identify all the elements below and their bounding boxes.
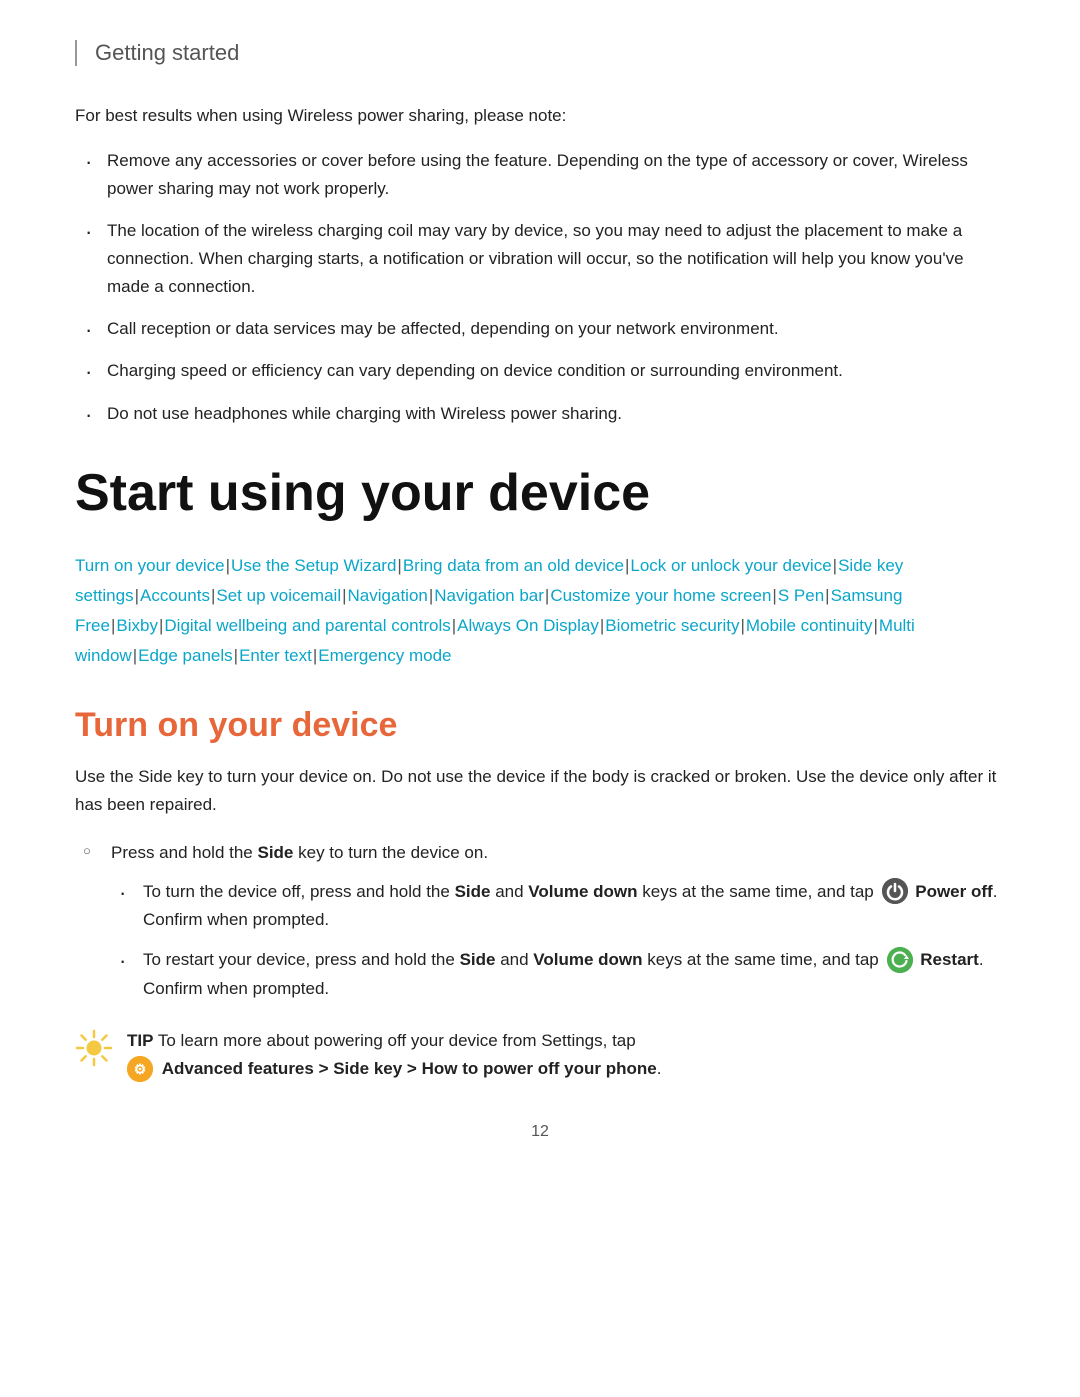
sep-11: | (825, 586, 829, 605)
sep-3: | (625, 556, 629, 575)
link-spen[interactable]: S Pen (778, 586, 824, 605)
sep-15: | (600, 616, 604, 635)
tip-label: TIP (127, 1031, 153, 1050)
sub-item-power-off: To turn the device off, press and hold t… (111, 878, 1005, 935)
link-lock-unlock[interactable]: Lock or unlock your device (630, 556, 831, 575)
link-nav-bar[interactable]: Navigation bar (434, 586, 544, 605)
sep-19: | (234, 646, 238, 665)
bullet-item-2: The location of the wireless charging co… (75, 217, 1005, 301)
link-digital-wellbeing[interactable]: Digital wellbeing and parental controls (164, 616, 450, 635)
tip-box: TIP To learn more about powering off you… (75, 1027, 1005, 1083)
page-number: 12 (75, 1123, 1005, 1141)
link-emergency-mode[interactable]: Emergency mode (318, 646, 451, 665)
link-voicemail[interactable]: Set up voicemail (216, 586, 341, 605)
page: Getting started For best results when us… (0, 0, 1080, 1397)
circle-item-1: Press and hold the Side key to turn the … (75, 839, 1005, 1002)
body-paragraph: Use the Side key to turn your device on.… (75, 763, 1005, 819)
sep-10: | (772, 586, 776, 605)
bullet-item-5: Do not use headphones while charging wit… (75, 400, 1005, 428)
link-edge-panels[interactable]: Edge panels (138, 646, 233, 665)
link-customize-home[interactable]: Customize your home screen (550, 586, 771, 605)
section-title-large: Start using your device (75, 464, 1005, 524)
sep-7: | (342, 586, 346, 605)
vol-down-bold-1: Volume down (528, 882, 637, 901)
links-area: Turn on your device|Use the Setup Wizard… (75, 551, 1005, 670)
sep-14: | (452, 616, 456, 635)
advanced-features-icon: ⚙ (127, 1056, 153, 1082)
page-header-title: Getting started (95, 40, 239, 65)
link-bring-data[interactable]: Bring data from an old device (403, 556, 624, 575)
vol-down-bold-2: Volume down (533, 950, 642, 969)
sep-1: | (226, 556, 230, 575)
wireless-bullet-list: Remove any accessories or cover before u… (75, 147, 1005, 427)
sep-6: | (211, 586, 215, 605)
sep-18: | (133, 646, 137, 665)
side-bold-2: Side (460, 950, 496, 969)
tip-text-end: . (657, 1059, 662, 1078)
sep-8: | (429, 586, 433, 605)
circle-list: Press and hold the Side key to turn the … (75, 839, 1005, 1002)
tip-bold-text: Advanced features > Side key > How to po… (162, 1059, 657, 1078)
sub-item-restart: To restart your device, press and hold t… (111, 946, 1005, 1003)
restart-icon (887, 947, 913, 973)
link-turn-on[interactable]: Turn on your device (75, 556, 225, 575)
power-icon (882, 878, 908, 904)
bullet-item-1: Remove any accessories or cover before u… (75, 147, 1005, 203)
link-bixby[interactable]: Bixby (116, 616, 158, 635)
tip-content-area: TIP To learn more about powering off you… (127, 1027, 661, 1083)
link-navigation[interactable]: Navigation (348, 586, 428, 605)
bullet-item-3: Call reception or data services may be a… (75, 315, 1005, 343)
side-bold-1: Side (455, 882, 491, 901)
link-biometric[interactable]: Biometric security (605, 616, 739, 635)
tip-sun-icon (75, 1029, 113, 1067)
svg-text:⚙: ⚙ (134, 1061, 147, 1077)
sep-5: | (135, 586, 139, 605)
bullet-item-4: Charging speed or efficiency can vary de… (75, 357, 1005, 385)
restart-bold: Restart (920, 950, 979, 969)
sep-20: | (313, 646, 317, 665)
power-off-bold: Power off (915, 882, 992, 901)
sub-dot-list: To turn the device off, press and hold t… (111, 878, 1005, 1003)
link-enter-text[interactable]: Enter text (239, 646, 312, 665)
sep-12: | (111, 616, 115, 635)
tip-text-before: To learn more about powering off your de… (153, 1031, 635, 1050)
sep-16: | (740, 616, 744, 635)
page-header: Getting started (75, 40, 1005, 66)
link-accounts[interactable]: Accounts (140, 586, 210, 605)
link-mobile-continuity[interactable]: Mobile continuity (746, 616, 873, 635)
subsection-title: Turn on your device (75, 706, 1005, 745)
link-always-on[interactable]: Always On Display (457, 616, 599, 635)
sep-4: | (833, 556, 837, 575)
link-setup-wizard[interactable]: Use the Setup Wizard (231, 556, 396, 575)
sep-17: | (873, 616, 877, 635)
sep-13: | (159, 616, 163, 635)
side-key-bold: Side (257, 843, 293, 862)
sep-2: | (397, 556, 401, 575)
sep-9: | (545, 586, 549, 605)
intro-paragraph: For best results when using Wireless pow… (75, 102, 1005, 129)
